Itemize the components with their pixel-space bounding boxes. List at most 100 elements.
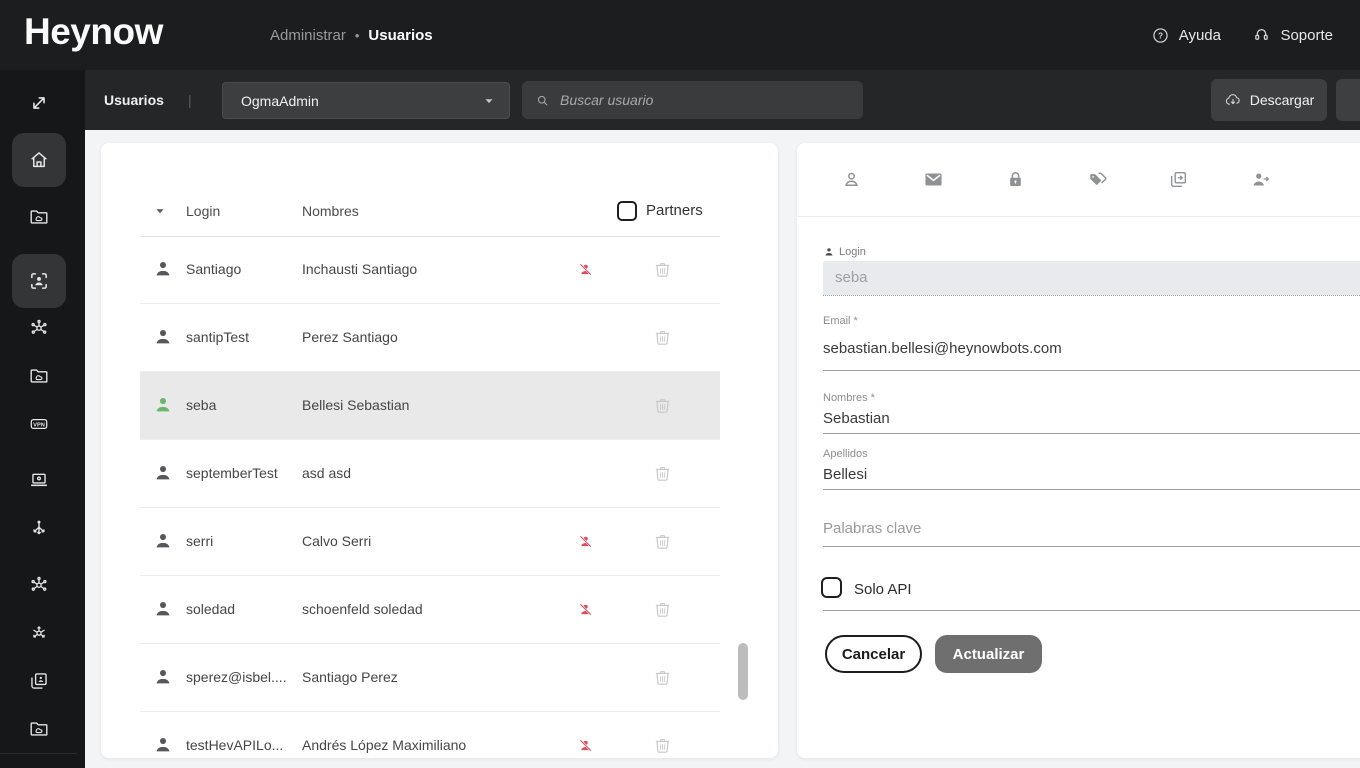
focus-person-icon	[28, 270, 50, 292]
sort-desc-icon[interactable]	[152, 203, 168, 219]
tab-tags-icon[interactable]	[1077, 159, 1117, 199]
breadcrumb-parent[interactable]: Administrar	[270, 27, 346, 44]
email-field-underline	[823, 370, 1360, 371]
delete-user-button[interactable]	[652, 667, 673, 688]
sidebar-item-focus-person-icon[interactable]	[12, 254, 66, 308]
row-login: soledad	[186, 576, 235, 643]
sidebar-item-folder-media-icon[interactable]	[19, 356, 59, 396]
user-inactive-icon	[577, 737, 594, 754]
user-avatar-icon	[152, 394, 174, 416]
update-button[interactable]: Actualizar	[935, 635, 1042, 673]
search-icon	[535, 93, 550, 108]
sidebar-item-vpn-icon[interactable]: VPN	[19, 404, 59, 444]
email-field-label: Email *	[823, 315, 858, 327]
help-label: Ayuda	[1179, 27, 1221, 44]
cloud-download-icon	[1224, 91, 1242, 109]
network-hub-icon	[28, 574, 50, 596]
user-avatar-icon	[152, 462, 174, 484]
table-row[interactable]: seba Bellesi Sebastian	[140, 372, 720, 440]
tab-switch-account-icon[interactable]	[1158, 159, 1198, 199]
tab-person-icon[interactable]	[831, 159, 871, 199]
delete-user-button[interactable]	[652, 327, 673, 348]
solo-api-label: Solo API	[854, 581, 912, 598]
mail-icon	[923, 169, 944, 190]
tab-mail-icon[interactable]	[913, 159, 953, 199]
chevron-down-icon	[481, 93, 497, 109]
sidebar-item-expand-diagonal-icon[interactable]	[19, 83, 59, 123]
delete-user-button[interactable]	[652, 395, 673, 416]
column-header-names[interactable]: Nombres	[302, 186, 359, 236]
solo-api-underline	[823, 610, 1360, 611]
row-names: asd asd	[302, 440, 351, 507]
help-button[interactable]: ? Ayuda	[1151, 0, 1221, 70]
toolbar-divider: |	[188, 70, 192, 130]
sidebar-item-folder-media-icon[interactable]	[19, 709, 59, 749]
network-arrows-icon	[28, 622, 50, 644]
table-row[interactable]: sperez@isbel.... Santiago Perez	[140, 644, 720, 712]
table-row[interactable]: serri Calvo Serri	[140, 508, 720, 576]
delete-user-button[interactable]	[652, 531, 673, 552]
download-button[interactable]: Descargar	[1211, 79, 1327, 121]
user-form-tabs	[797, 143, 1360, 217]
user-inactive-icon	[577, 533, 594, 550]
svg-text:?: ?	[1158, 30, 1163, 40]
user-list-header: Login Nombres Partners	[140, 186, 720, 237]
row-login: santipTest	[186, 304, 249, 371]
user-list-card: Login Nombres Partners Santiago Inchaust…	[101, 143, 778, 758]
delete-user-button[interactable]	[652, 463, 673, 484]
tab-person-forward-icon[interactable]	[1240, 159, 1280, 199]
sidebar-item-network-hub-icon[interactable]	[19, 308, 59, 348]
row-login: seba	[186, 372, 216, 439]
delete-user-button[interactable]	[652, 259, 673, 280]
list-scrollbar-thumb[interactable]	[738, 643, 748, 700]
tab-lock-icon[interactable]	[995, 159, 1035, 199]
user-inactive-icon	[577, 601, 594, 618]
row-login: septemberTest	[186, 440, 278, 507]
sidebar-item-network-arrows-icon[interactable]	[19, 613, 59, 653]
delete-user-button[interactable]	[652, 599, 673, 620]
copy-pages-icon	[28, 670, 50, 692]
user-inactive-icon	[577, 261, 594, 278]
sidebar-item-branch-down-icon[interactable]	[19, 508, 59, 548]
user-form-card: Login seba Email * sebastian.bellesi@hey…	[797, 143, 1360, 758]
login-field-label: Login	[823, 246, 866, 258]
column-header-login[interactable]: Login	[186, 186, 220, 236]
table-row[interactable]: soledad schoenfeld soledad	[140, 576, 720, 644]
tags-icon	[1087, 169, 1108, 190]
table-row[interactable]: Santiago Inchausti Santiago	[140, 236, 720, 304]
solo-api-checkbox[interactable]	[821, 577, 842, 598]
sidebar-item-folder-media-icon[interactable]	[19, 197, 59, 237]
sidebar-item-laptop-icon[interactable]	[19, 460, 59, 500]
user-rows: Santiago Inchausti Santiago santipTest P…	[140, 236, 720, 758]
person-forward-icon	[1250, 169, 1271, 190]
sidebar-item-network-hub-icon[interactable]	[19, 565, 59, 605]
app-header: Heynow Administrar • Usuarios ? Ayuda So…	[0, 0, 1360, 70]
login-field-disabled: seba	[823, 261, 1360, 295]
user-avatar-icon	[152, 530, 174, 552]
search-input[interactable]	[558, 91, 863, 109]
expand-diagonal-icon	[28, 92, 50, 114]
row-login: serri	[186, 508, 213, 575]
table-row[interactable]: santipTest Perez Santiago	[140, 304, 720, 372]
table-row[interactable]: testHevAPILo... Andrés López Maximiliano	[140, 712, 720, 758]
toolbar: Usuarios | OgmaAdmin Descargar	[85, 70, 1360, 130]
last-names-field-value[interactable]: Bellesi	[823, 466, 867, 483]
sidebar-item-home-icon[interactable]	[12, 133, 66, 187]
headset-icon	[1252, 26, 1271, 45]
admin-role-dropdown[interactable]: OgmaAdmin	[222, 82, 510, 119]
home-icon	[28, 149, 50, 171]
folder-media-icon	[28, 718, 50, 740]
user-avatar-icon	[152, 734, 174, 756]
keywords-input[interactable]	[823, 515, 1360, 541]
folder-media-icon	[28, 206, 50, 228]
first-names-field-value[interactable]: Sebastian	[823, 410, 890, 427]
toolbar-extra-button[interactable]	[1336, 79, 1360, 121]
email-field-value[interactable]: sebastian.bellesi@heynowbots.com	[823, 340, 1062, 357]
cancel-button[interactable]: Cancelar	[825, 635, 922, 673]
main-content: Login Nombres Partners Santiago Inchaust…	[85, 130, 1360, 768]
partners-checkbox[interactable]	[617, 201, 637, 221]
table-row[interactable]: septemberTest asd asd	[140, 440, 720, 508]
delete-user-button[interactable]	[652, 735, 673, 756]
sidebar-item-copy-pages-icon[interactable]	[19, 661, 59, 701]
support-button[interactable]: Soporte	[1252, 0, 1333, 70]
